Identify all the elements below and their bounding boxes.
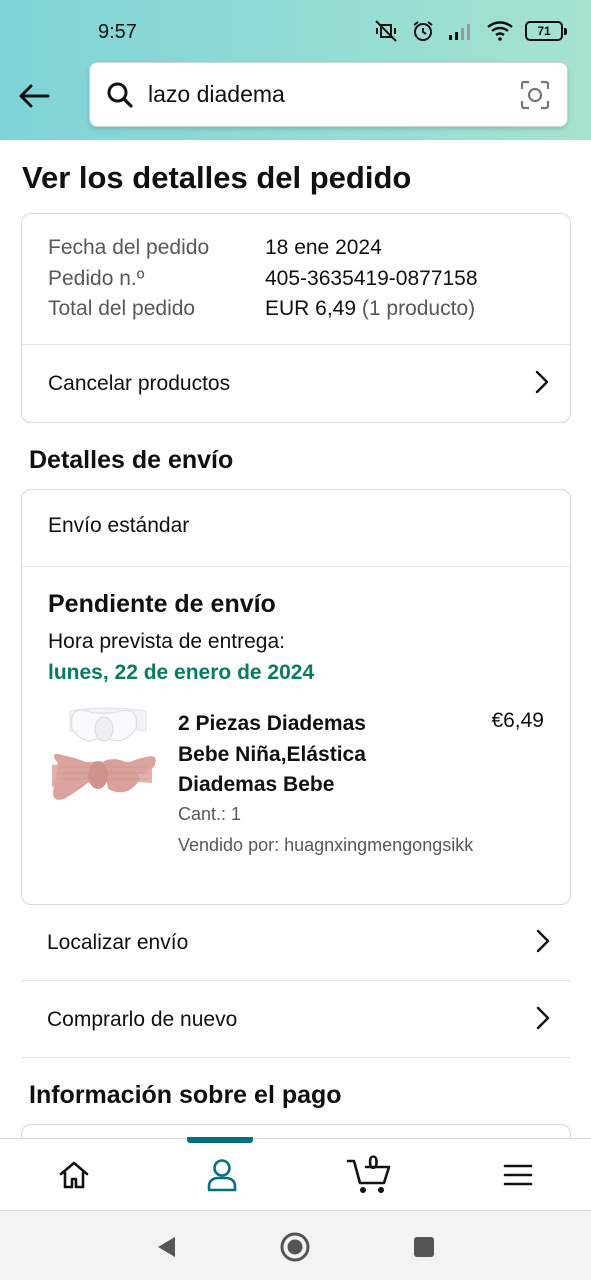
divider: [22, 566, 570, 567]
shipment-card: Envío estándar Pendiente de envío Hora p…: [21, 489, 571, 905]
square-recents-icon: [414, 1237, 434, 1257]
search-icon: [104, 79, 136, 111]
order-total-count: (1 producto): [361, 297, 476, 320]
shipping-section-title: Detalles de envío: [29, 446, 234, 474]
eta-label: Hora prevista de entrega:: [48, 630, 285, 653]
shipping-type: Envío estándar: [48, 514, 190, 537]
cart-count-badge: 0: [368, 1153, 379, 1174]
mute-vibrate-icon: [373, 18, 399, 44]
cancel-products-row[interactable]: Cancelar productos: [22, 345, 570, 423]
order-summary-card: Fecha del pedido 18 ene 2024 Pedido n.º …: [21, 213, 571, 423]
product-price: €6,49: [491, 709, 544, 732]
circle-home-icon: [280, 1232, 310, 1262]
order-total-amount: EUR 6,49: [265, 297, 357, 320]
order-total-value: EUR 6,49 (1 producto): [265, 297, 475, 321]
triangle-back-icon: [158, 1237, 175, 1257]
battery-icon: 71: [525, 21, 567, 41]
payment-section-title: Información sobre el pago: [29, 1081, 342, 1109]
order-number-label: Pedido n.º: [48, 267, 145, 290]
product-seller: Vendido por: huagnxingmengongsikk: [178, 835, 474, 855]
camera-search-icon[interactable]: [519, 79, 551, 111]
cart-wrapper: 0: [346, 1153, 394, 1195]
chevron-right-icon: [535, 929, 551, 958]
nav-account[interactable]: [148, 1139, 296, 1211]
system-nav-bar: [0, 1210, 591, 1280]
status-bar: 9:57 71: [0, 0, 591, 60]
status-icons: 71: [373, 18, 567, 44]
page-title: Ver los detalles del pedido: [22, 160, 412, 195]
nav-home[interactable]: [0, 1139, 148, 1211]
product-image[interactable]: [48, 705, 158, 815]
status-time: 9:57: [98, 21, 137, 43]
nav-menu[interactable]: [444, 1139, 591, 1211]
system-back-button[interactable]: [146, 1227, 186, 1267]
buy-again-row[interactable]: Comprarlo de nuevo: [21, 982, 571, 1058]
menu-icon: [503, 1164, 533, 1186]
search-bar[interactable]: [89, 62, 568, 127]
system-home-button[interactable]: [275, 1227, 315, 1267]
order-total-label: Total del pedido: [48, 297, 196, 320]
system-recents-button[interactable]: [404, 1227, 444, 1267]
battery-level: 71: [537, 24, 551, 38]
bottom-nav: 0: [0, 1137, 591, 1211]
alarm-icon: [411, 19, 435, 43]
order-number-value: 405-3635419-0877158: [265, 267, 478, 290]
product-title[interactable]: 2 Piezas Diademas Bebe Niña,Elástica Dia…: [178, 709, 418, 801]
signal-icon: [447, 21, 475, 41]
back-button[interactable]: [14, 76, 54, 116]
track-shipment-label: Localizar envío: [47, 930, 189, 954]
account-icon: [207, 1159, 237, 1192]
track-shipment-row[interactable]: Localizar envío: [21, 905, 571, 981]
nav-cart[interactable]: 0: [296, 1139, 444, 1211]
app-header: 9:57 71: [0, 0, 591, 140]
order-date-value: 18 ene 2024: [265, 236, 382, 259]
cancel-products-label: Cancelar productos: [48, 372, 231, 395]
order-date-label: Fecha del pedido: [48, 236, 210, 259]
product-quantity: Cant.: 1: [178, 804, 242, 824]
search-input[interactable]: [148, 81, 498, 108]
chevron-right-icon: [535, 1006, 551, 1035]
shipment-status: Pendiente de envío: [48, 590, 276, 618]
home-icon: [59, 1161, 89, 1189]
buy-again-label: Comprarlo de nuevo: [47, 1007, 238, 1031]
chevron-right-icon: [534, 370, 550, 399]
eta-date: lunes, 22 de enero de 2024: [48, 661, 315, 684]
wifi-icon: [487, 21, 513, 41]
back-arrow-icon: [19, 84, 50, 108]
